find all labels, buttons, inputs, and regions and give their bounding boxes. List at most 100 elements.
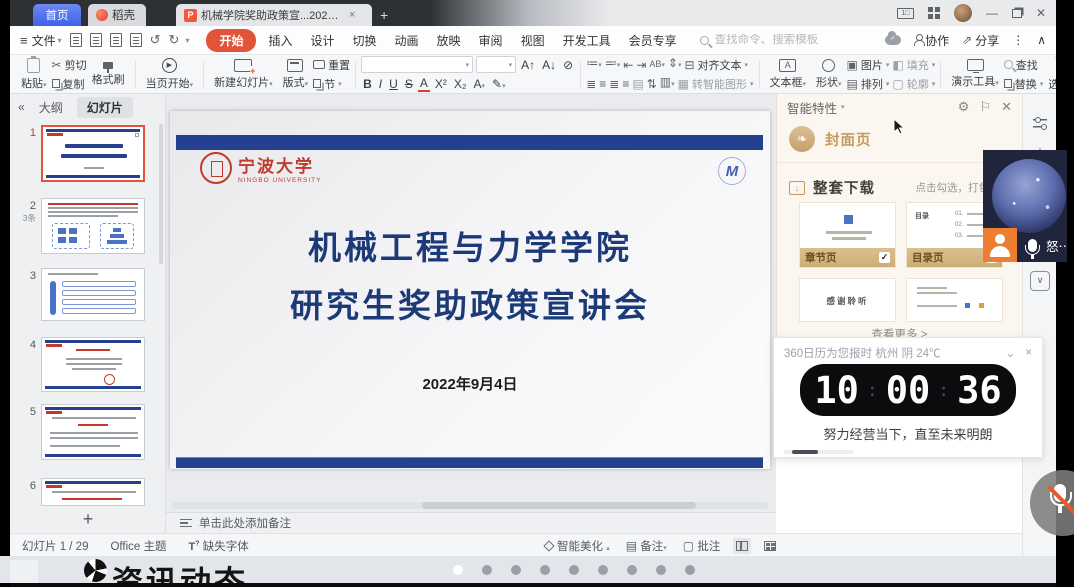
underline-button[interactable]: U: [387, 77, 400, 91]
text-effects-button[interactable]: A▾: [472, 77, 488, 91]
slide-canvas[interactable]: 宁波大学 NINGBO UNIVERSITY M 机械工程与力学学院 研究生奖助…: [170, 111, 770, 469]
tab-slides[interactable]: 幻灯片: [77, 97, 133, 118]
slide-thumb-3[interactable]: 3: [10, 268, 145, 321]
clear-format-button[interactable]: ⊘: [561, 58, 575, 72]
thumb-preview-2[interactable]: [41, 198, 145, 254]
collapse-popup-icon[interactable]: ⌄: [1006, 346, 1016, 360]
thumb-preview-5[interactable]: [41, 404, 145, 460]
slide-thumb-2[interactable]: 23条: [10, 198, 145, 254]
new-tab-button[interactable]: +: [380, 8, 388, 22]
new-slide-button[interactable]: 新建幻灯片▾: [209, 58, 278, 91]
comments-toggle[interactable]: ▢ 批注: [683, 538, 721, 554]
align-right-icon[interactable]: ≣: [609, 78, 619, 90]
justify-icon[interactable]: ≡: [622, 78, 629, 90]
ribbon-tab-transition[interactable]: 切换: [344, 29, 386, 52]
font-color-button[interactable]: A: [418, 76, 430, 92]
shapes-button[interactable]: 形状▾: [811, 58, 847, 91]
print-icon[interactable]: [110, 33, 122, 47]
file-menu[interactable]: 文件: [32, 32, 56, 49]
columns-icon[interactable]: ▥▾: [660, 76, 675, 91]
indent-increase-icon[interactable]: ⇥: [636, 59, 646, 71]
fill-button[interactable]: ◧填充▾: [892, 57, 935, 73]
horizontal-scrollbar[interactable]: [172, 502, 768, 509]
slide-thumb-1[interactable]: 1: [10, 125, 145, 182]
account-avatar[interactable]: [954, 4, 972, 22]
slide-thumb-6[interactable]: 6: [10, 478, 145, 506]
apps-grid-icon[interactable]: [928, 7, 940, 19]
superscript-button[interactable]: X²: [433, 77, 449, 91]
align-text-button[interactable]: ⊟对齐文本▾: [684, 57, 748, 73]
tab-docer[interactable]: 稻壳: [88, 4, 146, 26]
ribbon-tab-review[interactable]: 审阅: [470, 29, 512, 52]
textbox-button[interactable]: A 文本框▾: [765, 58, 812, 91]
missing-font-item[interactable]: T? 缺失字体: [189, 538, 249, 554]
present-tools-button[interactable]: 演示工具▾: [946, 58, 1004, 90]
normal-view-icon[interactable]: [736, 541, 748, 551]
notes-bar[interactable]: 单击此处添加备注: [166, 512, 776, 533]
template-card-section[interactable]: 章节页 ✓: [799, 202, 896, 268]
find-button[interactable]: 查找: [1004, 57, 1044, 73]
tab-home[interactable]: 首页: [33, 4, 81, 26]
add-slide-button[interactable]: +: [10, 509, 166, 530]
integrate-mode-icon[interactable]: 1□: [897, 8, 914, 19]
template-card-thanks[interactable]: 感谢聆听: [799, 278, 896, 322]
thumb-preview-4[interactable]: [41, 337, 145, 392]
slide-date[interactable]: 2022年9月4日: [170, 373, 770, 394]
more-menu-icon[interactable]: ⋮: [1012, 33, 1024, 47]
arrange-button[interactable]: ▤排列▾: [847, 76, 890, 92]
gear-icon[interactable]: ⚙: [958, 99, 970, 115]
cloud-sync-icon[interactable]: [885, 35, 901, 45]
distribute-icon[interactable]: ▤: [632, 78, 643, 90]
sidebar-scrollbar[interactable]: [159, 124, 163, 264]
thumb-preview-3[interactable]: [41, 268, 145, 321]
ribbon-tab-animation[interactable]: 动画: [386, 29, 428, 52]
feedback-mail-icon[interactable]: ∨: [1023, 270, 1057, 291]
slide-thumb-4[interactable]: 4: [10, 337, 145, 392]
thumb-preview-6[interactable]: [41, 478, 145, 506]
object-properties-icon[interactable]: [1023, 116, 1057, 134]
play-from-current-button[interactable]: ▶ 当页开始▾: [141, 57, 199, 92]
ribbon-tab-slideshow[interactable]: 放映: [428, 29, 470, 52]
indent-decrease-icon[interactable]: ⇤: [623, 59, 633, 71]
slide-title-line2[interactable]: 研究生奖助政策宣讲会: [170, 279, 770, 327]
paste-button[interactable]: 粘贴▾: [16, 57, 52, 92]
undo-icon[interactable]: ↺: [150, 32, 161, 48]
layout-button[interactable]: 版式▾: [278, 58, 314, 91]
export-icon[interactable]: [90, 33, 102, 47]
quickbar-caret-icon[interactable]: ▾: [185, 36, 189, 45]
carousel-dots[interactable]: [453, 565, 695, 575]
text-direction-icon[interactable]: AB▾: [649, 58, 665, 72]
cut-button[interactable]: ✂剪切: [52, 57, 87, 73]
strike-button[interactable]: S: [403, 77, 415, 91]
replace-button[interactable]: 替换▾: [1004, 76, 1044, 92]
slide-title-line1[interactable]: 机械工程与力学学院: [170, 221, 770, 269]
collab-button[interactable]: 协作: [914, 32, 949, 49]
para-spacing-icon[interactable]: ⇅: [647, 78, 657, 90]
save-icon[interactable]: [70, 33, 82, 47]
notes-toggle[interactable]: ▤ 备注▾: [626, 538, 667, 554]
collapse-ribbon-icon[interactable]: ∧: [1037, 33, 1046, 47]
ribbon-tab-member[interactable]: 会员专享: [620, 29, 686, 52]
picture-button[interactable]: ▣图片▾: [847, 57, 890, 73]
restore-button[interactable]: [1012, 9, 1022, 18]
font-size-select[interactable]: ▾: [476, 56, 516, 73]
tab-outline[interactable]: 大纲: [39, 99, 63, 116]
to-smartart-button[interactable]: ▦转智能图形▾: [678, 76, 754, 92]
outline-button[interactable]: ▢轮廓▾: [892, 76, 935, 92]
align-center-icon[interactable]: ≡: [599, 78, 606, 90]
minimize-button[interactable]: —: [986, 6, 998, 20]
thumb-preview-1[interactable]: [41, 125, 145, 182]
print-preview-icon[interactable]: [130, 33, 142, 47]
redo-icon[interactable]: ↻: [169, 32, 180, 48]
italic-button[interactable]: I: [377, 77, 384, 91]
collapse-sidebar-icon[interactable]: «: [18, 100, 25, 114]
close-tab-icon[interactable]: ×: [349, 9, 355, 21]
bold-button[interactable]: B: [361, 77, 374, 91]
ribbon-tab-devtools[interactable]: 开发工具: [554, 29, 620, 52]
font-family-select[interactable]: ▾: [361, 56, 473, 73]
grow-font-button[interactable]: A↑: [519, 58, 537, 72]
bullet-list-icon[interactable]: ≔▾: [586, 57, 602, 72]
beautify-button[interactable]: 智能美化 ▴: [545, 538, 610, 554]
template-card-content[interactable]: [906, 278, 1003, 322]
hamburger-icon[interactable]: ≡: [20, 33, 28, 48]
